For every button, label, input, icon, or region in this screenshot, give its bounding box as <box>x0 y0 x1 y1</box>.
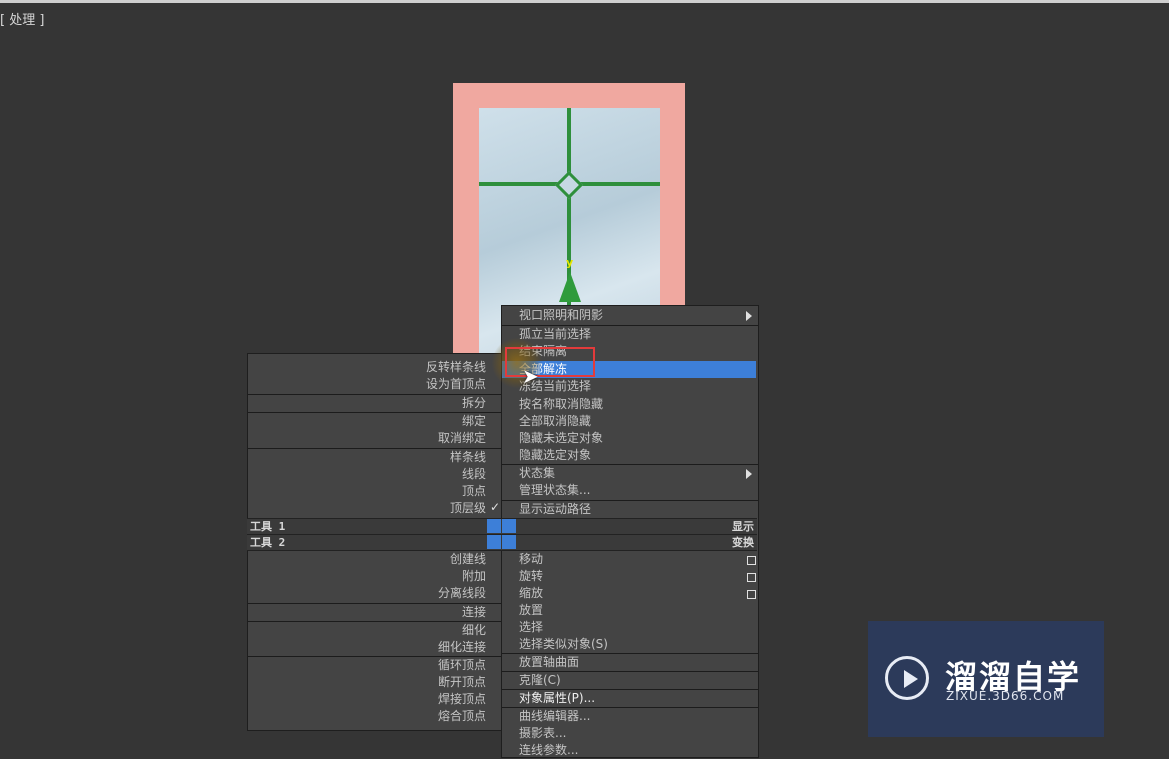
menu-item-rotate[interactable]: 旋转 <box>519 568 543 585</box>
check-icon: ✓ <box>489 500 500 514</box>
menu-item-select-similar[interactable]: 选择类似对象(S) <box>519 636 608 653</box>
transform-label: 变换 <box>732 536 754 549</box>
quad-indicator-icon[interactable] <box>487 535 501 549</box>
tools-1-label: 工具 1 <box>250 520 286 533</box>
menu-item-refine[interactable]: 细化 <box>462 622 486 639</box>
menu-item-object-properties[interactable]: 对象属性(P)... <box>519 690 595 707</box>
menu-item-unbind[interactable]: 取消绑定 <box>438 430 486 447</box>
menu-item-fuse-vertices[interactable]: 熔合顶点 <box>438 708 486 725</box>
watermark: 溜溜自学 ZIXUE.3D66.COM <box>868 621 1104 737</box>
submenu-arrow-icon <box>746 469 752 479</box>
menu-item-place-pivot-surface[interactable]: 放置轴曲面 <box>519 654 579 671</box>
annotation-box <box>505 347 595 377</box>
quad-indicator-icon[interactable] <box>502 535 516 549</box>
menu-item-place[interactable]: 放置 <box>519 602 543 619</box>
viewport-label[interactable]: [ 处理 ] <box>0 9 44 28</box>
menu-item-wire-parameters[interactable]: 连线参数... <box>519 742 578 759</box>
menu-item-create-line[interactable]: 创建线 <box>450 551 486 568</box>
menu-item-detach-segment[interactable]: 分离线段 <box>438 585 486 602</box>
menu-item-divide[interactable]: 拆分 <box>462 395 486 412</box>
play-logo-icon <box>885 656 929 700</box>
menu-item-unhide-all[interactable]: 全部取消隐藏 <box>519 413 591 430</box>
menu-item-scale[interactable]: 缩放 <box>519 585 543 602</box>
menu-item-weld-vertices[interactable]: 焊接顶点 <box>438 691 486 708</box>
viewport-top-border <box>0 0 1169 3</box>
menu-item-break-vertices[interactable]: 断开顶点 <box>438 674 486 691</box>
quad-indicator-icon[interactable] <box>502 519 516 533</box>
menu-item-hide-unselected[interactable]: 隐藏未选定对象 <box>519 430 603 447</box>
settings-box-icon[interactable] <box>747 573 756 582</box>
menu-item-hide-selection[interactable]: 隐藏选定对象 <box>519 447 591 464</box>
settings-box-icon[interactable] <box>747 590 756 599</box>
menu-item-connect[interactable]: 连接 <box>462 604 486 621</box>
menu-item-manage-state-sets[interactable]: 管理状态集... <box>519 482 590 499</box>
menu-item-refine-connect[interactable]: 细化连接 <box>438 639 486 656</box>
play-icon <box>904 670 918 688</box>
menu-item-cycle-vertices[interactable]: 循环顶点 <box>438 657 486 674</box>
menu-item-top-level[interactable]: 顶层级 <box>450 500 486 517</box>
menu-item-unhide-by-name[interactable]: 按名称取消隐藏 <box>519 396 603 413</box>
gizmo-arrow-icon[interactable] <box>559 272 581 302</box>
menu-item-state-sets[interactable]: 状态集 <box>519 465 555 482</box>
menu-item-vertex[interactable]: 顶点 <box>462 483 486 500</box>
mouse-cursor-icon: ➤ <box>522 364 539 388</box>
menu-item-reverse-spline[interactable]: 反转样条线 <box>426 359 486 376</box>
quad-indicator-icon[interactable] <box>487 519 501 533</box>
menu-item-spline[interactable]: 样条线 <box>450 449 486 466</box>
menu-item-display-trajectories[interactable]: 显示运动路径 <box>519 501 591 518</box>
watermark-subtitle: ZIXUE.3D66.COM <box>946 689 1065 703</box>
menu-item-make-first[interactable]: 设为首顶点 <box>426 376 486 393</box>
menu-item-bind[interactable]: 绑定 <box>462 413 486 430</box>
display-label: 显示 <box>732 520 754 533</box>
submenu-arrow-icon <box>746 311 752 321</box>
menu-item-attach[interactable]: 附加 <box>462 568 486 585</box>
menu-item-select[interactable]: 选择 <box>519 619 543 636</box>
menu-item-move[interactable]: 移动 <box>519 551 543 568</box>
gizmo-y-axis-label: y <box>566 256 574 269</box>
menu-item-dope-sheet[interactable]: 摄影表... <box>519 725 566 742</box>
tools-2-label: 工具 2 <box>250 536 286 549</box>
menu-item-isolate-selection[interactable]: 孤立当前选择 <box>519 326 591 343</box>
menu-item-viewport-lighting[interactable]: 视口照明和阴影 <box>519 307 603 324</box>
menu-item-clone[interactable]: 克隆(C) <box>519 672 561 689</box>
menu-item-curve-editor[interactable]: 曲线编辑器... <box>519 708 590 725</box>
menu-item-segment[interactable]: 线段 <box>462 466 486 483</box>
settings-box-icon[interactable] <box>747 556 756 565</box>
